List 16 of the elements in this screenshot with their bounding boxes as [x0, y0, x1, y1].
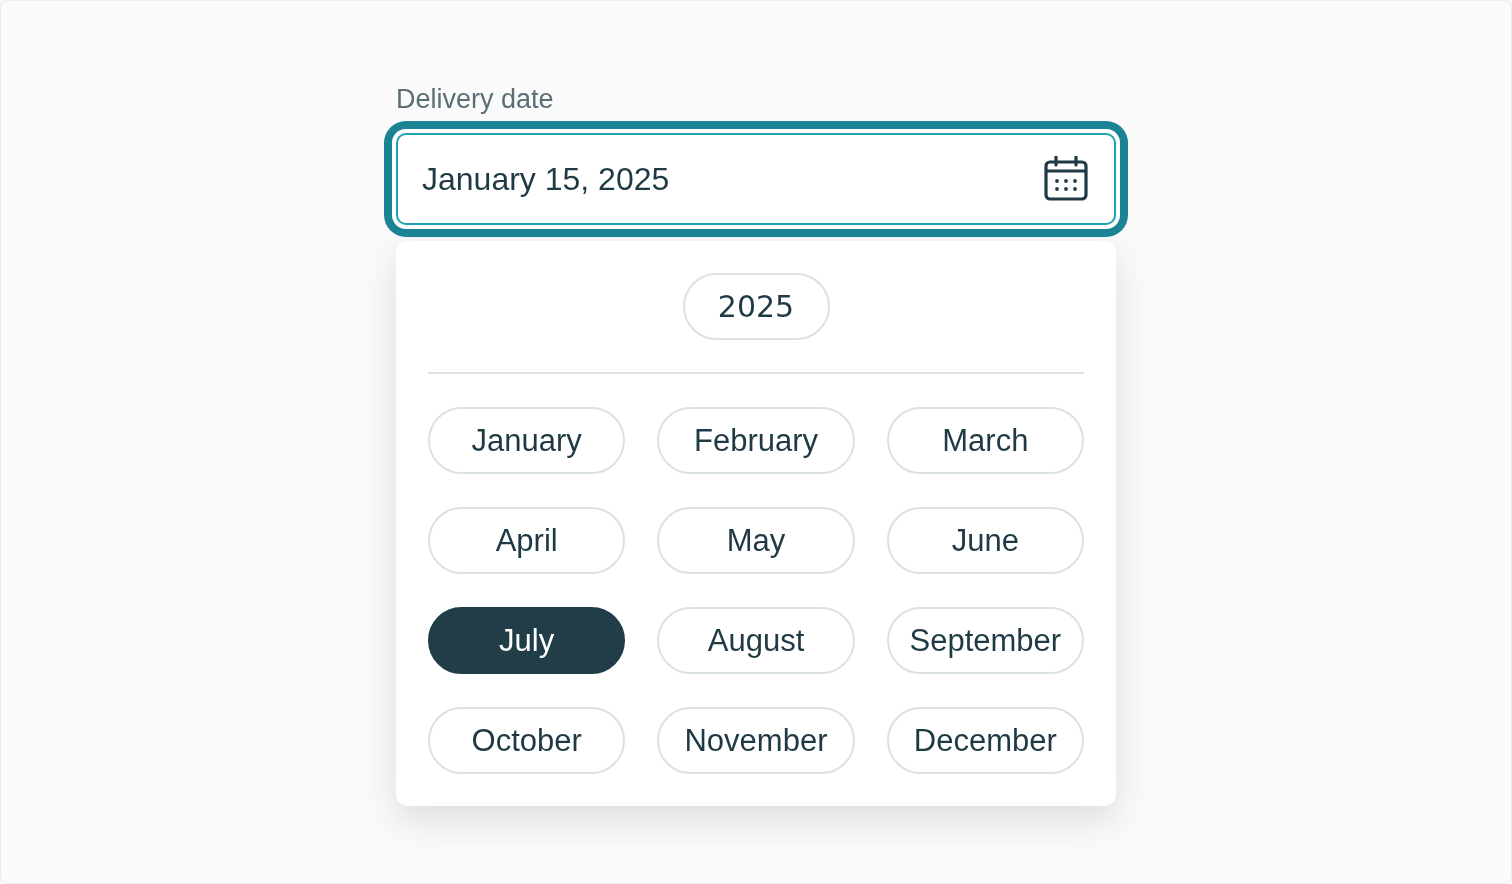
date-field[interactable]: January 15, 2025 — [396, 133, 1116, 225]
month-option[interactable]: August — [657, 607, 855, 674]
calendar-icon[interactable] — [1044, 156, 1088, 201]
month-option[interactable]: July — [428, 607, 626, 674]
month-option[interactable]: February — [657, 407, 855, 474]
month-option[interactable]: January — [428, 407, 626, 474]
month-option[interactable]: November — [657, 707, 855, 774]
field-label: Delivery date — [396, 84, 554, 115]
year-button[interactable]: 2025 — [682, 273, 830, 340]
month-option[interactable]: May — [657, 507, 855, 574]
month-option[interactable]: March — [886, 407, 1084, 474]
month-option[interactable]: October — [428, 707, 626, 774]
month-option[interactable]: September — [886, 607, 1084, 674]
month-option[interactable]: April — [428, 507, 626, 574]
month-option[interactable]: June — [886, 507, 1084, 574]
month-option[interactable]: December — [886, 707, 1084, 774]
